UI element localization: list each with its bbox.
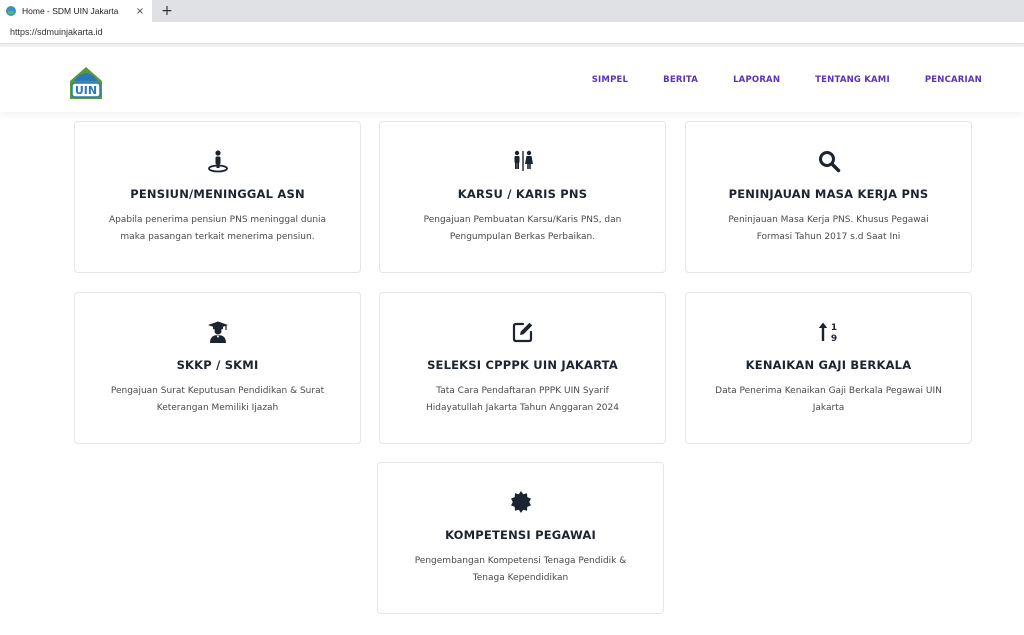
edit-icon <box>512 322 532 343</box>
svg-text:1: 1 <box>830 323 836 333</box>
nav-berita[interactable]: BERITA <box>663 75 698 85</box>
nav-simpel[interactable]: SIMPEL <box>592 75 628 85</box>
card-title: KENAIKAN GAJI BERKALA <box>745 358 912 372</box>
close-tab-icon[interactable]: × <box>134 6 146 17</box>
svg-text:9: 9 <box>830 334 836 344</box>
nav-pencarian[interactable]: PENCARIAN <box>925 75 982 85</box>
browser-tab[interactable]: Home - SDM UIN Jakarta × <box>0 0 152 22</box>
card-description: Pengajuan Pembuatan Karsu/Karis PNS, dan… <box>423 215 622 242</box>
card-seleksi-cpppk[interactable]: SELEKSI CPPPK UIN JAKARTA Tata Cara Pend… <box>379 292 666 444</box>
card-skkp-skmi[interactable]: SKKP / SKMI Pengajuan Surat Keputusan Pe… <box>74 292 361 444</box>
card-description: Apabila penerima pensiun PNS meninggal d… <box>108 215 327 242</box>
card-description: Pengembangan Kompetensi Tenaga Pendidik … <box>414 556 627 583</box>
new-tab-icon[interactable]: + <box>158 2 176 20</box>
card-title: SKKP / SKMI <box>176 358 259 372</box>
card-description: Pengajuan Surat Keputusan Pendidikan & S… <box>110 386 325 413</box>
browser-tab-bar: Home - SDM UIN Jakarta × + <box>0 0 1024 22</box>
graduate-icon <box>207 321 228 343</box>
search-icon <box>818 151 840 173</box>
restroom-icon <box>514 150 533 171</box>
favicon-icon <box>6 6 16 16</box>
logo-text: UIN <box>75 84 97 97</box>
card-kenaikan-gaji[interactable]: 1 9 KENAIKAN GAJI BERKALA Data Penerima … <box>685 292 972 444</box>
card-description: Peninjauan Masa Kerja PNS. Khusus Pegawa… <box>728 215 929 242</box>
site-header: UIN SIMPEL BERITA LAPORAN TENTANG KAMI P… <box>0 44 1024 112</box>
card-description: Data Penerima Kenaikan Gaji Berkala Pega… <box>715 386 942 413</box>
card-title: PENINJAUAN MASA KERJA PNS <box>728 187 929 201</box>
sort-numeric-icon: 1 9 <box>818 322 837 344</box>
address-bar[interactable]: https://sdmuinjakarta.id <box>0 22 1024 44</box>
url-text[interactable]: https://sdmuinjakarta.id <box>10 27 103 37</box>
nav-laporan[interactable]: LAPORAN <box>733 75 780 85</box>
uin-logo[interactable]: UIN <box>64 59 108 103</box>
card-peninjauan-masa-kerja[interactable]: PENINJAUAN MASA KERJA PNS Peninjauan Mas… <box>685 121 972 273</box>
card-karsu-karis[interactable]: KARSU / KARIS PNS Pengajuan Pembuatan Ka… <box>379 121 666 273</box>
card-title: KARSU / KARIS PNS <box>457 187 588 201</box>
tab-title: Home - SDM UIN Jakarta <box>22 6 119 16</box>
card-pensiun[interactable]: PENSIUN/MENINGGAL ASN Apabila penerima p… <box>74 121 361 273</box>
person-pin-icon <box>207 150 228 173</box>
card-description: Tata Cara Pendaftaran PPPK UIN Syarif Hi… <box>426 386 619 413</box>
nav-tentang-kami[interactable]: TENTANG KAMI <box>815 75 890 85</box>
certificate-icon <box>510 491 531 513</box>
main-nav: SIMPEL BERITA LAPORAN TENTANG KAMI PENCA… <box>557 75 982 85</box>
card-title: SELEKSI CPPPK UIN JAKARTA <box>427 358 618 372</box>
card-title: KOMPETENSI PEGAWAI <box>445 528 596 542</box>
card-kompetensi-pegawai[interactable]: KOMPETENSI PEGAWAI Pengembangan Kompeten… <box>377 462 664 614</box>
card-title: PENSIUN/MENINGGAL ASN <box>130 187 305 201</box>
